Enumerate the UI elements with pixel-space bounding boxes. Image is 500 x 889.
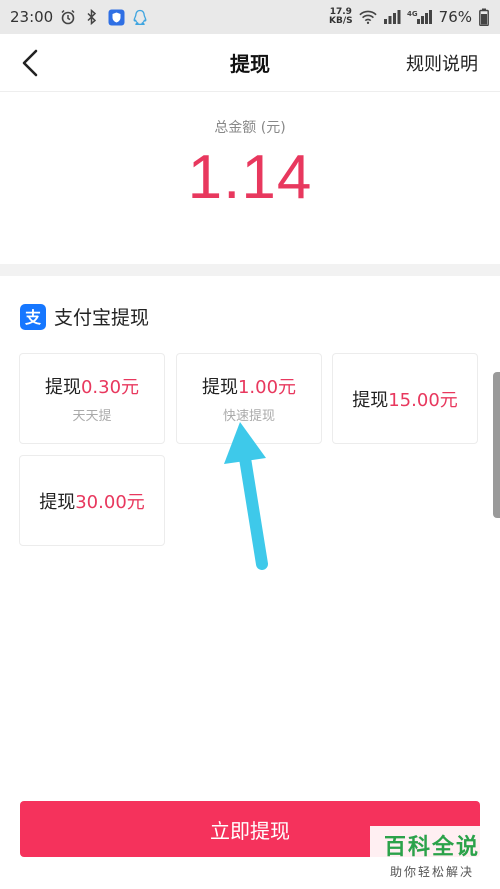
chevron-left-icon bbox=[22, 49, 38, 77]
watermark-main: 百科全说 bbox=[383, 834, 480, 860]
side-scroll-handle[interactable] bbox=[493, 372, 500, 518]
wifi-icon bbox=[358, 8, 377, 26]
status-time: 23:00 bbox=[10, 8, 54, 26]
option-prefix: 提现 bbox=[39, 491, 76, 513]
option-prefix: 提现 bbox=[201, 377, 238, 398]
status-bar: 23:00 17.9 KB/S 4G 76% bbox=[0, 0, 500, 34]
alipay-icon-glyph: 支 bbox=[24, 308, 42, 327]
watermark-logo: 百科全说 助你轻松解决 bbox=[370, 826, 494, 882]
withdraw-option-0-30[interactable]: 提现0.30元 天天提 bbox=[19, 353, 165, 444]
option-amount: 1.00元 bbox=[237, 377, 297, 398]
signal-4g-icon: 4G bbox=[407, 8, 433, 26]
alipay-icon: 支 bbox=[20, 303, 46, 330]
back-button[interactable] bbox=[14, 47, 46, 79]
rules-link[interactable]: 规则说明 bbox=[406, 50, 478, 76]
total-label: 总金额 (元) bbox=[214, 120, 286, 136]
battery-percent: 76% bbox=[438, 8, 472, 26]
watermark-sub: 助你轻松解决 bbox=[389, 864, 474, 879]
speed-unit: KB/S bbox=[329, 16, 353, 26]
option-amount: 30.00元 bbox=[75, 491, 145, 513]
alipay-header: 支 支付宝提现 bbox=[20, 303, 149, 330]
network-speed: 17.9 KB/S bbox=[329, 8, 353, 26]
option-main: 提现30.00元 bbox=[39, 488, 145, 514]
withdraw-option-15-00[interactable]: 提现15.00元 bbox=[332, 353, 478, 444]
withdraw-option-30-00[interactable]: 提现30.00元 bbox=[19, 455, 165, 546]
network-type: 4G bbox=[407, 10, 418, 18]
option-amount: 0.30元 bbox=[80, 377, 140, 398]
alarm-icon bbox=[59, 8, 77, 26]
total-section: 总金额 (元) 1.14 bbox=[0, 92, 500, 264]
section-divider bbox=[0, 264, 500, 276]
annotation-arrow-icon bbox=[224, 422, 268, 570]
option-prefix: 提现 bbox=[352, 389, 389, 411]
signal-icon bbox=[383, 8, 401, 26]
option-prefix: 提现 bbox=[44, 377, 81, 398]
battery-icon bbox=[478, 8, 490, 26]
status-right: 17.9 KB/S 4G 76% bbox=[329, 8, 490, 26]
alipay-title: 支付宝提现 bbox=[54, 307, 150, 329]
shield-app-icon bbox=[107, 8, 125, 26]
total-amount: 1.14 bbox=[187, 143, 313, 212]
bluetooth-icon bbox=[83, 8, 101, 26]
qq-icon bbox=[131, 8, 149, 26]
option-main: 提现0.30元 bbox=[45, 373, 139, 399]
option-main: 提现1.00元 bbox=[202, 373, 296, 399]
status-left: 23:00 bbox=[10, 8, 149, 26]
option-sub: 天天提 bbox=[72, 409, 112, 424]
option-amount: 15.00元 bbox=[388, 389, 458, 411]
option-main: 提现15.00元 bbox=[352, 386, 458, 412]
nav-bar: 提现 规则说明 bbox=[0, 34, 500, 92]
